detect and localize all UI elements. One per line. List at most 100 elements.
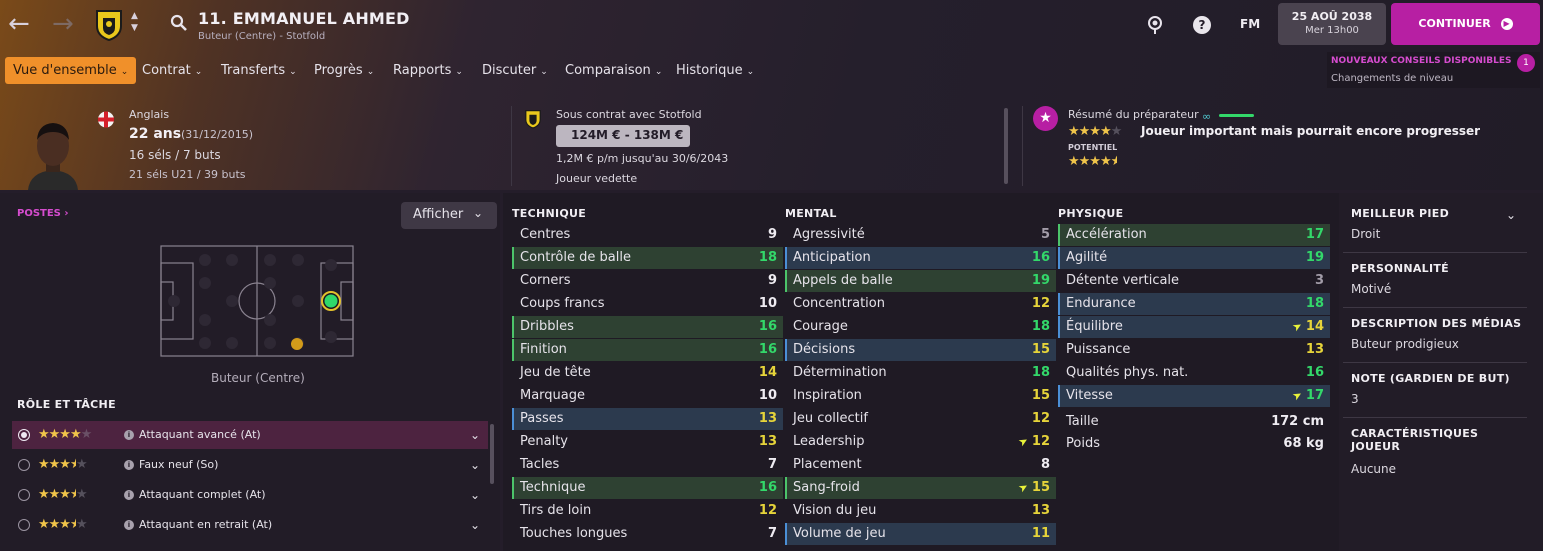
attribute-row[interactable]: Passes 13 bbox=[512, 408, 783, 430]
radio[interactable] bbox=[18, 519, 30, 531]
tab-comparison[interactable]: Comparaison ⌄ bbox=[565, 57, 662, 84]
attribute-name: Penalty bbox=[520, 434, 568, 449]
roles-scrollbar[interactable] bbox=[490, 424, 494, 484]
tab-progress[interactable]: Progrès ⌄ bbox=[314, 57, 374, 84]
attribute-row[interactable]: Équilibre ➤ 14 bbox=[1058, 316, 1330, 338]
radio[interactable] bbox=[18, 489, 30, 501]
attribute-row[interactable]: Marquage 10 bbox=[512, 385, 783, 407]
chevron-down-icon[interactable]: ⌄ bbox=[470, 481, 480, 509]
club-crest-icon[interactable] bbox=[94, 8, 124, 42]
attribute-row[interactable]: Détermination 18 bbox=[785, 362, 1056, 384]
help-icon[interactable]: ? bbox=[1193, 16, 1211, 34]
position-pitch[interactable] bbox=[160, 245, 354, 357]
role-row[interactable]: ★★★★★ i Attaquant en retrait (At) ⌄ bbox=[12, 511, 488, 539]
attribute-row[interactable]: Placement 8 bbox=[785, 454, 1056, 476]
attribute-row[interactable]: Tacles 7 bbox=[512, 454, 783, 476]
tab-overview-label: Vue d'ensemble bbox=[13, 63, 117, 78]
player-age: 22 ans bbox=[129, 126, 182, 142]
attribute-row[interactable]: Inspiration 15 bbox=[785, 385, 1056, 407]
attribute-row[interactable]: Agilité 19 bbox=[1058, 247, 1330, 269]
media-value: Buteur prodigieux bbox=[1351, 337, 1459, 351]
tab-reports[interactable]: Rapports ⌄ bbox=[393, 57, 463, 84]
attribute-row[interactable]: Vision du jeu 13 bbox=[785, 500, 1056, 522]
attribute-row[interactable]: Centres 9 bbox=[512, 224, 783, 246]
continue-button[interactable]: CONTINUER ▶ bbox=[1391, 3, 1540, 45]
role-row[interactable]: ★★★★★ i Attaquant avancé (At) ⌄ bbox=[12, 421, 488, 449]
info-icon[interactable]: i bbox=[124, 460, 134, 470]
info-icon[interactable]: i bbox=[124, 520, 134, 530]
attribute-name: Agressivité bbox=[793, 227, 865, 242]
attribute-name: Tirs de loin bbox=[520, 503, 592, 518]
role-stars: ★★★★★ bbox=[38, 517, 88, 532]
crest-switch-icon[interactable]: ▲ ▼ bbox=[131, 10, 138, 34]
tab-transfers[interactable]: Transferts ⌄ bbox=[221, 57, 297, 84]
tab-overview[interactable]: Vue d'ensemble ⌄ bbox=[5, 57, 137, 84]
progress-arrow-icon: ➤ bbox=[1015, 433, 1031, 450]
forward-arrow-icon[interactable]: → bbox=[52, 10, 74, 38]
attribute-row[interactable]: Tirs de loin 12 bbox=[512, 500, 783, 522]
attribute-row[interactable]: Qualités phys. nat. 16 bbox=[1058, 362, 1330, 384]
radio-selected[interactable] bbox=[18, 429, 30, 441]
attribute-row[interactable]: Puissance 13 bbox=[1058, 339, 1330, 361]
mental-title: MENTAL bbox=[785, 207, 837, 220]
tab-progress-label: Progrès bbox=[314, 63, 363, 78]
attribute-row[interactable]: Contrôle de balle 18 bbox=[512, 247, 783, 269]
radio[interactable] bbox=[18, 459, 30, 471]
attribute-row[interactable]: Jeu de tête 14 bbox=[512, 362, 783, 384]
attribute-value: 17 bbox=[1305, 388, 1324, 403]
attribute-row[interactable]: Accélération 17 bbox=[1058, 224, 1330, 246]
star-badge-icon: ★ bbox=[1033, 106, 1058, 131]
notification-panel[interactable]: NOUVEAUX CONSEILS DISPONIBLES Changement… bbox=[1327, 52, 1540, 88]
attribute-row[interactable]: Penalty 13 bbox=[512, 431, 783, 453]
date-display[interactable]: 25 AOÛ 2038 Mer 13h00 bbox=[1278, 3, 1386, 45]
attribute-name: Centres bbox=[520, 227, 571, 242]
attribute-row[interactable]: Décisions 15 bbox=[785, 339, 1056, 361]
back-arrow-icon[interactable]: ← bbox=[8, 10, 30, 38]
attribute-row[interactable]: Dribbles 16 bbox=[512, 316, 783, 338]
attribute-row[interactable]: Vitesse ➤ 17 bbox=[1058, 385, 1330, 407]
attribute-row[interactable]: Courage 18 bbox=[785, 316, 1056, 338]
attribute-row[interactable]: Agressivité 5 bbox=[785, 224, 1056, 246]
chevron-down-icon[interactable]: ⌄ bbox=[470, 421, 480, 449]
chevron-down-icon[interactable]: ⌄ bbox=[470, 451, 480, 479]
attribute-row[interactable]: Concentration 12 bbox=[785, 293, 1056, 315]
attribute-name: Passes bbox=[520, 411, 564, 426]
attribute-row[interactable]: Leadership ➤ 12 bbox=[785, 431, 1056, 453]
coach-summary: Joueur important mais pourrait encore pr… bbox=[1141, 124, 1481, 138]
show-dropdown[interactable]: Afficher ⌄ bbox=[401, 202, 497, 229]
attribute-row[interactable]: Coups francs 10 bbox=[512, 293, 783, 315]
attribute-row[interactable]: Corners 9 bbox=[512, 270, 783, 292]
continue-arrow-icon: ▶ bbox=[1500, 18, 1513, 30]
binoculars-icon: ∞ bbox=[1202, 110, 1212, 123]
attribute-row[interactable]: Technique 16 bbox=[512, 477, 783, 499]
chevron-down-icon[interactable]: ⌄ bbox=[1506, 208, 1516, 222]
attribute-row[interactable]: Endurance 18 bbox=[1058, 293, 1330, 315]
positions-link[interactable]: POSTES › bbox=[17, 208, 69, 219]
role-row[interactable]: ★★★★★ i Attaquant complet (At) ⌄ bbox=[12, 481, 488, 509]
attribute-row[interactable]: Touches longues 7 bbox=[512, 523, 783, 545]
info-icon[interactable]: i bbox=[124, 490, 134, 500]
microphone-icon[interactable] bbox=[1146, 15, 1164, 35]
attribute-value: 12 bbox=[1031, 434, 1050, 449]
fm-button[interactable]: FM bbox=[1240, 17, 1260, 31]
search-icon[interactable] bbox=[170, 14, 188, 32]
attribute-row[interactable]: Appels de balle 19 bbox=[785, 270, 1056, 292]
attribute-row[interactable]: Détente verticale 3 bbox=[1058, 270, 1330, 292]
attribute-row[interactable]: Finition 16 bbox=[512, 339, 783, 361]
role-row[interactable]: ★★★★★ i Faux neuf (So) ⌄ bbox=[12, 451, 488, 479]
attribute-row[interactable]: Volume de jeu 11 bbox=[785, 523, 1056, 545]
potential-stars: ★★★★★ bbox=[1068, 154, 1117, 169]
tab-history[interactable]: Historique ⌄ bbox=[676, 57, 754, 84]
attribute-name: Corners bbox=[520, 273, 571, 288]
attribute-name: Accélération bbox=[1066, 227, 1147, 242]
scrollbar[interactable] bbox=[1004, 108, 1008, 184]
info-icon[interactable]: i bbox=[124, 430, 134, 440]
tab-contract[interactable]: Contrat ⌄ bbox=[142, 57, 202, 84]
chevron-down-icon[interactable]: ⌄ bbox=[470, 511, 480, 539]
weight-label: Poids bbox=[1066, 436, 1100, 451]
tab-discuss[interactable]: Discuter ⌄ bbox=[482, 57, 548, 84]
attribute-row[interactable]: Jeu collectif 12 bbox=[785, 408, 1056, 430]
attribute-row[interactable]: Sang-froid ➤ 15 bbox=[785, 477, 1056, 499]
height-value: 172 cm bbox=[1271, 414, 1324, 429]
attribute-row[interactable]: Anticipation 16 bbox=[785, 247, 1056, 269]
